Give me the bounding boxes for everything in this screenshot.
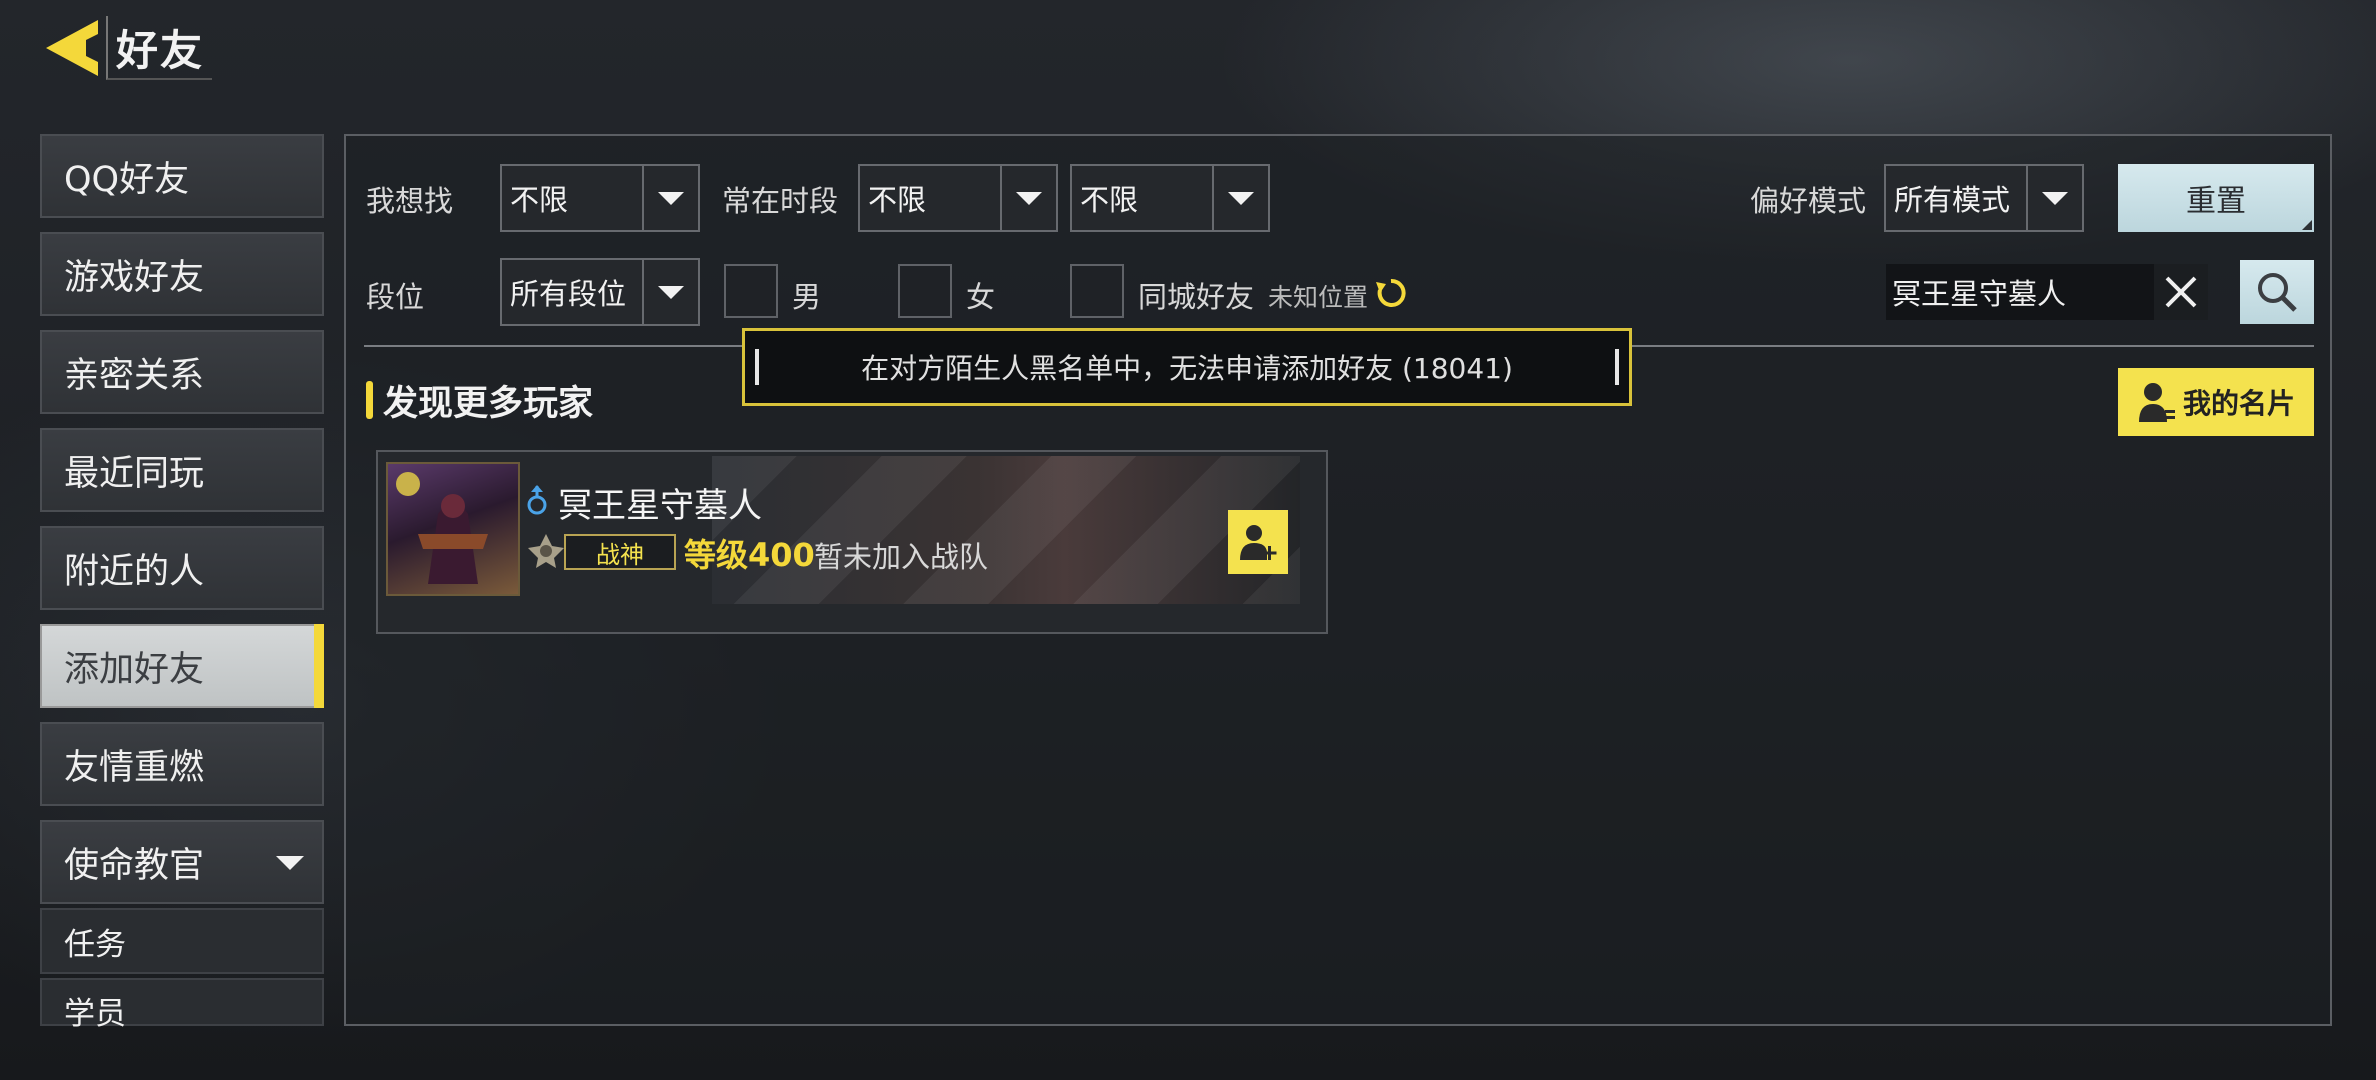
error-toast-message: 在对方陌生人黑名单中，无法申请添加好友 (18041) [861,352,1513,385]
rank-badge: 战神 [564,534,676,570]
sidebar-item-label: QQ好友 [64,159,190,200]
player-level: 等级400 [684,536,815,574]
section-title-bar [366,381,373,419]
add-user-icon [1240,525,1277,560]
section-title: 发现更多玩家 [366,376,593,424]
player-team-status: 暂未加入战队 [814,540,989,574]
sidebar-item-qq-friends[interactable]: QQ好友 [40,134,324,218]
avatar-portrait [396,472,488,584]
reset-button[interactable]: 重置 [2118,164,2314,232]
want-select[interactable]: 不限 [500,164,700,232]
back-arrow-icon [46,20,98,76]
search-icon [2258,273,2297,312]
sidebar-item-close-relations[interactable]: 亲密关系 [40,330,324,414]
chevron-down-icon [642,166,698,230]
filter-time-label: 常在时段 [722,184,839,218]
page-title: 好友 [106,16,213,80]
clear-search-button[interactable] [2154,264,2208,320]
rank-emblem-icon [528,534,564,568]
sidebar-item-label: 附近的人 [64,551,205,592]
search-input[interactable]: 冥王星守墓人 [1886,264,2154,320]
search-input-value: 冥王星守墓人 [1892,277,2067,311]
same-city-checkbox[interactable] [1070,264,1124,318]
want-select-value: 不限 [510,183,569,217]
sidebar-item-recent-played[interactable]: 最近同玩 [40,428,324,512]
chevron-down-icon [1000,166,1056,230]
reset-button-label: 重置 [2186,184,2246,219]
close-icon [2165,276,2197,308]
chevron-down-icon [276,856,304,870]
filter-mode-label: 偏好模式 [1750,184,1867,218]
female-checkbox[interactable] [898,264,952,318]
female-label: 女 [966,280,996,314]
sidebar-subitem-label: 任务 [64,926,126,963]
profile-card-icon [2138,383,2175,422]
section-title-text: 发现更多玩家 [383,383,594,424]
my-card-label: 我的名片 [2182,387,2295,420]
sidebar-item-add-friend[interactable]: 添加好友 [40,624,324,708]
time-select-start[interactable]: 不限 [858,164,1058,232]
filter-rank-label: 段位 [366,280,425,314]
time-select-start-value: 不限 [868,183,927,217]
same-city-label: 同城好友 [1138,280,1255,314]
sidebar-subitem-tasks[interactable]: 任务 [40,908,324,974]
rank-select[interactable]: 所有段位 [500,258,700,326]
back-button[interactable] [40,16,102,80]
error-toast: 在对方陌生人黑名单中，无法申请添加好友 (18041) [742,328,1632,406]
page-title-text: 好友 [116,25,205,75]
mode-select[interactable]: 所有模式 [1884,164,2084,232]
sidebar-item-label: 最近同玩 [64,453,205,494]
location-text: 未知位置 [1268,283,1369,312]
rank-select-value: 所有段位 [510,277,627,311]
player-name: 冥王星守墓人 [558,486,762,526]
sidebar-item-label: 添加好友 [64,649,205,690]
male-checkbox[interactable] [724,264,778,318]
avatar[interactable] [386,462,520,596]
search-button[interactable] [2240,260,2314,324]
sidebar-item-game-friends[interactable]: 游戏好友 [40,232,324,316]
male-label: 男 [792,280,822,314]
mode-select-value: 所有模式 [1894,183,2011,217]
sidebar-item-mentor[interactable]: 使命教官 [40,820,324,904]
my-card-button[interactable]: 我的名片 [2118,368,2314,436]
sidebar-item-label: 游戏好友 [64,257,205,298]
sidebar-item-friendship-rekindle[interactable]: 友情重燃 [40,722,324,806]
chevron-down-icon [1212,166,1268,230]
sidebar-subitem-students[interactable]: 学员 [40,978,324,1032]
chevron-down-icon [642,260,698,324]
time-select-end[interactable]: 不限 [1070,164,1270,232]
filter-want-label: 我想找 [366,184,454,218]
sidebar-item-nearby[interactable]: 附近的人 [40,526,324,610]
time-select-end-value: 不限 [1080,183,1139,217]
rank-badge-text: 战神 [596,540,644,569]
chevron-down-icon [2026,166,2082,230]
refresh-location-icon[interactable] [1374,276,1408,310]
add-friend-button[interactable] [1228,510,1288,574]
male-gender-icon [527,485,547,515]
sidebar-item-label: 友情重燃 [64,747,205,788]
sidebar-item-label: 亲密关系 [64,355,205,396]
sidebar-subitem-label: 学员 [64,996,126,1032]
sidebar-item-label: 使命教官 [64,845,205,886]
